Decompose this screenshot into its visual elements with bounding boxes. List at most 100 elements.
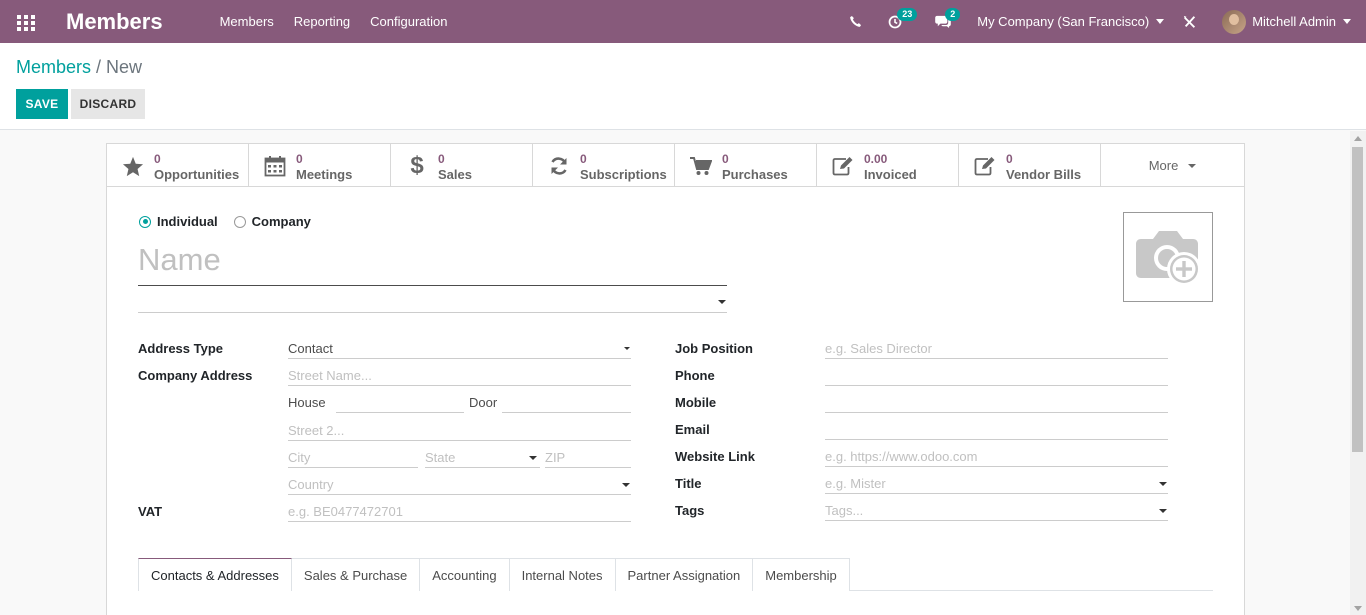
activity-clock-icon[interactable]: 23	[888, 7, 918, 29]
tab-membership[interactable]: Membership	[753, 558, 850, 591]
opportunities-button[interactable]: 0 Opportunities	[107, 144, 249, 187]
menu-members[interactable]: Members	[220, 14, 274, 29]
zip-input[interactable]: ZIP	[545, 448, 631, 468]
breadcrumb-separator: /	[96, 57, 102, 77]
user-menu[interactable]: Mitchell Admin	[1222, 9, 1351, 34]
form-sheet: 0 Opportunities 0 Meetings $ 0 Sales 0 S…	[106, 143, 1245, 615]
name-input[interactable]: Name	[138, 240, 727, 286]
messages-icon[interactable]: 2	[935, 8, 961, 28]
tab-partner-assignation[interactable]: Partner Assignation	[615, 558, 754, 591]
chevron-down-icon	[718, 300, 726, 304]
phone-label: Phone	[675, 368, 715, 383]
save-button[interactable]: SAVE	[16, 89, 68, 119]
individual-radio[interactable]	[139, 215, 151, 228]
meetings-count: 0	[296, 152, 303, 166]
website-label: Website Link	[675, 449, 755, 464]
purchases-button[interactable]: 0 Purchases	[675, 144, 817, 187]
phone-input[interactable]	[825, 366, 1168, 386]
purchases-count: 0	[722, 152, 729, 166]
subscriptions-button[interactable]: 0 Subscriptions	[533, 144, 675, 187]
sales-button[interactable]: $ 0 Sales	[391, 144, 533, 187]
breadcrumb-members[interactable]: Members	[16, 57, 91, 77]
house-label: House	[288, 395, 326, 410]
job-position-input[interactable]: e.g. Sales Director	[825, 339, 1168, 359]
app-brand[interactable]: Members	[66, 9, 163, 35]
individual-label[interactable]: Individual	[157, 214, 218, 229]
edit-icon	[831, 155, 855, 177]
title-label: Title	[675, 476, 702, 491]
discard-button[interactable]: DISCARD	[71, 89, 145, 119]
menu-reporting[interactable]: Reporting	[294, 14, 350, 29]
image-upload[interactable]	[1123, 212, 1213, 302]
sales-count: 0	[438, 152, 445, 166]
state-placeholder: State	[425, 450, 456, 465]
subscriptions-count: 0	[580, 152, 587, 166]
parent-company-select[interactable]	[138, 290, 727, 313]
street-input[interactable]: Street Name...	[288, 366, 631, 386]
address-type-label: Address Type	[138, 341, 224, 356]
job-position-placeholder: e.g. Sales Director	[825, 341, 932, 356]
vendor-bills-count: 0	[1006, 152, 1013, 166]
vendor-bills-label: Vendor Bills	[1006, 167, 1082, 182]
tags-select[interactable]: Tags...	[825, 501, 1168, 521]
door-input[interactable]	[502, 393, 631, 413]
scroll-down-icon[interactable]	[1354, 606, 1362, 611]
email-input[interactable]	[825, 420, 1168, 440]
opportunities-count: 0	[154, 152, 161, 166]
sales-label: Sales	[438, 167, 472, 182]
company-address-label: Company Address	[138, 368, 253, 383]
systray: 23 2 My Company (San Francisco) Mitchell…	[849, 0, 1366, 43]
phone-icon[interactable]	[849, 15, 862, 28]
street2-input[interactable]: Street 2...	[288, 421, 631, 441]
country-select[interactable]: Country	[288, 475, 631, 495]
company-radio[interactable]	[233, 215, 246, 228]
state-select[interactable]: State	[425, 448, 540, 468]
menu-configuration[interactable]: Configuration	[370, 14, 447, 29]
email-label: Email	[675, 422, 710, 437]
city-placeholder: City	[288, 450, 311, 465]
edit-icon	[973, 155, 997, 177]
chevron-down-icon	[1159, 509, 1167, 513]
company-label[interactable]: Company	[252, 214, 311, 229]
user-name: Mitchell Admin	[1252, 14, 1336, 29]
apps-menu-icon[interactable]	[17, 14, 35, 31]
tab-internal-notes[interactable]: Internal Notes	[509, 558, 616, 591]
invoiced-label: Invoiced	[864, 167, 917, 182]
house-input[interactable]	[336, 393, 464, 413]
address-type-value: Contact	[288, 341, 333, 356]
website-placeholder: e.g. https://www.odoo.com	[825, 449, 978, 464]
avatar	[1222, 9, 1247, 34]
meetings-label: Meetings	[296, 167, 353, 182]
notebook-tabs: Contacts & Addresses Sales & Purchase Ac…	[138, 558, 1213, 592]
debug-tools-icon[interactable]	[1183, 15, 1197, 29]
camera-plus-icon	[1136, 231, 1201, 286]
mobile-input[interactable]	[825, 393, 1168, 413]
tab-accounting[interactable]: Accounting	[420, 558, 510, 591]
tab-contacts-addresses[interactable]: Contacts & Addresses	[138, 558, 292, 592]
street2-placeholder: Street 2...	[288, 423, 345, 438]
smart-button-box: 0 Opportunities 0 Meetings $ 0 Sales 0 S…	[107, 144, 1244, 187]
company-switcher[interactable]: My Company (San Francisco)	[977, 14, 1165, 29]
title-select[interactable]: e.g. Mister	[825, 474, 1168, 494]
street-placeholder: Street Name...	[288, 368, 372, 383]
main-menu: Members Reporting Configuration	[220, 14, 468, 29]
vertical-scrollbar[interactable]	[1350, 131, 1366, 615]
city-input[interactable]: City	[288, 448, 418, 468]
tags-label: Tags	[675, 503, 705, 518]
tab-sales-purchase[interactable]: Sales & Purchase	[291, 558, 421, 591]
scrollbar-thumb[interactable]	[1352, 147, 1363, 452]
invoiced-button[interactable]: 0.00 Invoiced	[817, 144, 959, 187]
address-type-select[interactable]: Contact	[288, 339, 631, 359]
vat-label: VAT	[138, 504, 163, 519]
chevron-down-icon	[624, 347, 630, 350]
website-input[interactable]: e.g. https://www.odoo.com	[825, 447, 1168, 467]
scroll-up-icon[interactable]	[1354, 136, 1362, 141]
vat-input[interactable]: e.g. BE0477472701	[288, 502, 631, 522]
calendar-icon	[263, 155, 287, 177]
vendor-bills-button[interactable]: 0 Vendor Bills	[959, 144, 1101, 187]
meetings-button[interactable]: 0 Meetings	[249, 144, 391, 187]
more-button[interactable]: More	[1101, 144, 1244, 187]
refresh-icon	[547, 155, 571, 177]
breadcrumb-current: New	[106, 57, 143, 77]
title-placeholder: e.g. Mister	[825, 476, 886, 491]
